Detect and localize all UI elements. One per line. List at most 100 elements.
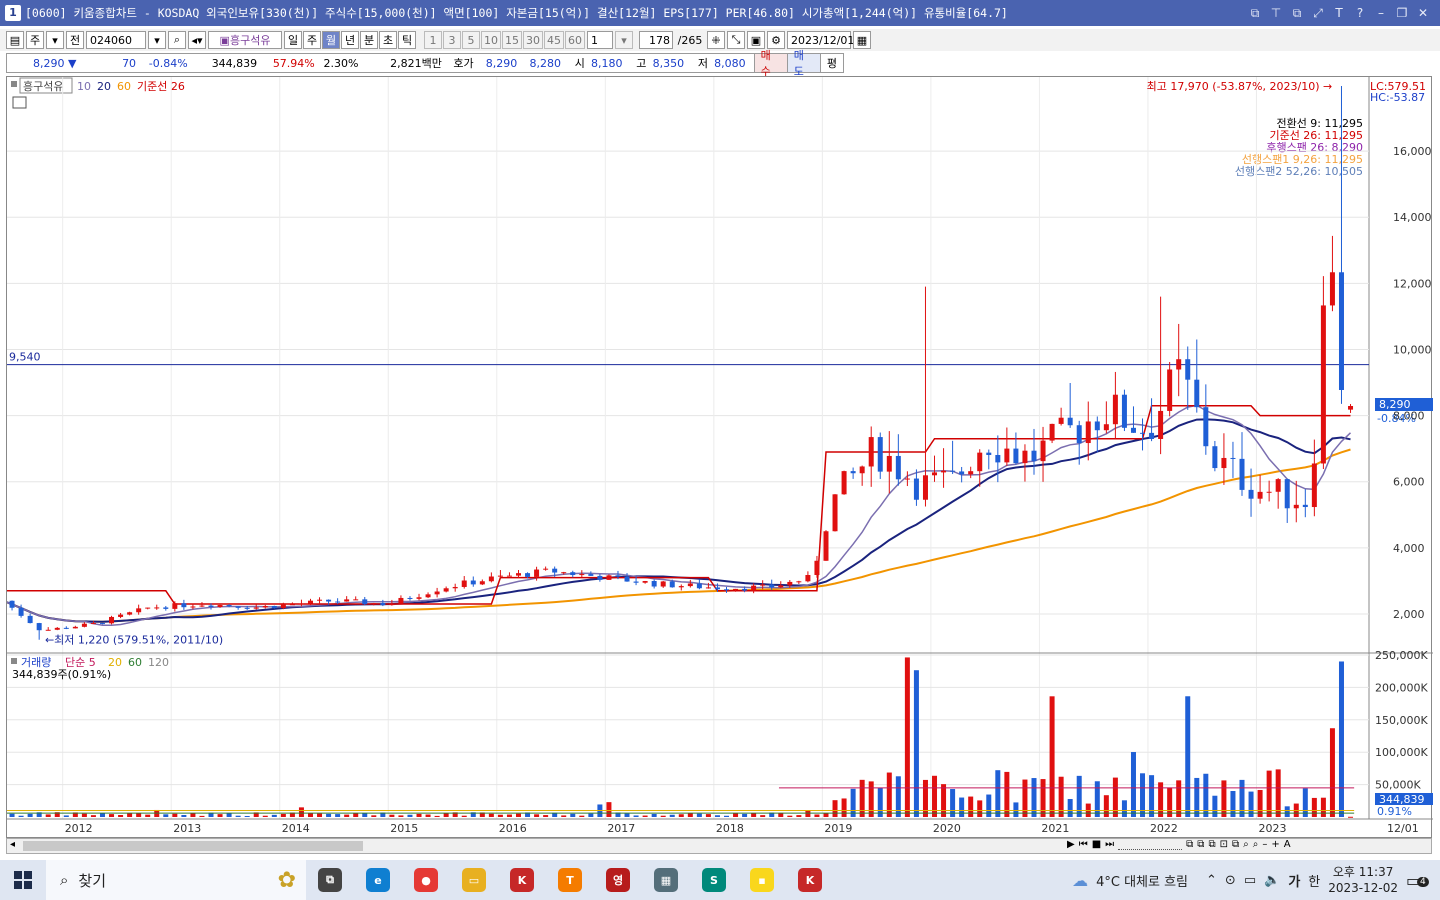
weather-text[interactable]: 4°C 대체로 흐림: [1096, 871, 1188, 890]
zoom-out-icon[interactable]: ⌕: [1253, 839, 1259, 850]
taskbar-app-kiwoom-active[interactable]: K: [786, 860, 834, 900]
tool-icon-2[interactable]: ⧉: [1197, 839, 1204, 850]
scroll-thumb[interactable]: [23, 841, 363, 851]
chart-scrollbar[interactable]: ◂ ▶ ⏮ ■ ⏭ ⧉ ⧉ ⧉ ⊡ ⧉ ⌕ ⌕ – + A: [6, 838, 1432, 854]
window-control-7-icon[interactable]: ❐: [1393, 6, 1411, 21]
play-icon[interactable]: ▶: [1067, 839, 1075, 850]
lang-indicator[interactable]: 한: [1308, 871, 1320, 890]
window-control-0-icon[interactable]: ⧉: [1246, 6, 1264, 21]
mode-select[interactable]: 주: [26, 31, 44, 49]
taskbar-app-kakao[interactable]: T: [546, 860, 594, 900]
app-number-icon[interactable]: 1: [5, 5, 21, 21]
vol-ma-60-label: 60: [128, 656, 142, 669]
interval-button-1[interactable]: 1: [424, 31, 442, 49]
period-tab-6[interactable]: 틱: [398, 31, 416, 49]
down-arrow-icon: ▼: [68, 56, 77, 70]
chevron-up-icon[interactable]: ⌃: [1206, 873, 1217, 888]
ime-indicator[interactable]: 가: [1288, 871, 1300, 890]
candle-body: [796, 581, 802, 583]
interval-button-5[interactable]: 5: [462, 31, 480, 49]
draw-tool-icon[interactable]: ⤡: [727, 31, 745, 49]
count-input[interactable]: 178: [639, 31, 673, 49]
code-dropdown-icon[interactable]: ▾: [148, 31, 166, 49]
window-control-3-icon[interactable]: ⤢: [1309, 6, 1327, 21]
price-volume-chart[interactable]: 흥구석유 10 20 60 기준선 26 LC:579.51 HC:-53.87…: [0, 77, 1433, 839]
taskbar-app-app-s[interactable]: S: [690, 860, 738, 900]
interval-button-30[interactable]: 30: [523, 31, 543, 49]
speaker-icon[interactable]: ◂▾: [188, 31, 206, 49]
tool-icon-4[interactable]: ⊡: [1220, 839, 1228, 850]
layout-icon[interactable]: ▤: [6, 31, 24, 49]
volume-bar: [362, 813, 368, 817]
taskbar-app-chrome[interactable]: ●: [402, 860, 450, 900]
interval-button-45[interactable]: 45: [544, 31, 564, 49]
tool-icon-3[interactable]: ⧉: [1208, 839, 1215, 850]
period-tab-2[interactable]: 월: [322, 31, 340, 49]
window-control-6-icon[interactable]: –: [1372, 6, 1390, 21]
table-toggle-icon[interactable]: [12, 96, 27, 109]
interval-dropdown-icon[interactable]: ▾: [615, 31, 633, 49]
start-button[interactable]: [0, 860, 46, 900]
eval-button[interactable]: 평: [819, 54, 843, 72]
forward-icon[interactable]: ⏭: [1105, 839, 1114, 850]
search-icon[interactable]: ⌕: [168, 31, 186, 49]
taskbar-app-task-view[interactable]: ⧉: [306, 860, 354, 900]
taskbar-app-file-explorer[interactable]: ▭: [450, 860, 498, 900]
prefix-button[interactable]: 전: [66, 31, 84, 49]
interval-button-10[interactable]: 10: [481, 31, 501, 49]
ma-10-label: 10: [77, 80, 91, 93]
period-tab-1[interactable]: 주: [303, 31, 321, 49]
taskbar-app-kiwoom-1[interactable]: K: [498, 860, 546, 900]
taskbar-app-sticky-notes[interactable]: ▪: [738, 860, 786, 900]
clock[interactable]: 오후 11:37 2023-12-02: [1328, 864, 1398, 896]
window-control-1-icon[interactable]: ⊤: [1267, 6, 1285, 21]
minus-icon[interactable]: –: [1262, 839, 1267, 850]
camera-icon[interactable]: ⊙: [1225, 873, 1236, 888]
mode-dropdown-icon[interactable]: ▾: [46, 31, 64, 49]
interval-button-15[interactable]: 15: [502, 31, 522, 49]
sell-button[interactable]: 매도: [786, 49, 820, 78]
volume-panel-marker-icon: [11, 658, 17, 664]
stock-code-input[interactable]: 024060: [86, 31, 146, 49]
interval-button-60[interactable]: 60: [565, 31, 585, 49]
stop-icon[interactable]: ■: [1092, 839, 1101, 850]
network-icon[interactable]: ▭: [1244, 873, 1256, 888]
tool-icon-5[interactable]: ⧉: [1232, 839, 1239, 850]
zoom-in-icon[interactable]: ⌕: [1243, 839, 1249, 850]
taskbar-app-kiwoom-2[interactable]: 영: [594, 860, 642, 900]
zoom-slider[interactable]: [1118, 839, 1183, 850]
period-tab-0[interactable]: 일: [284, 31, 302, 49]
calendar-icon[interactable]: ▦: [853, 31, 871, 49]
volume-icon[interactable]: 🔈: [1264, 873, 1280, 888]
period-tab-4[interactable]: 분: [360, 31, 378, 49]
volume-bar: [977, 800, 983, 817]
notification-icon[interactable]: ▭ 4: [1406, 871, 1430, 890]
period-tab-5[interactable]: 초: [379, 31, 397, 49]
plus-icon[interactable]: +: [1271, 839, 1279, 850]
window-control-4-icon[interactable]: Т: [1330, 6, 1348, 21]
window-control-2-icon[interactable]: ⧉: [1288, 6, 1306, 21]
candle-body: [859, 466, 865, 474]
tool-icon-1[interactable]: ⧉: [1186, 839, 1193, 850]
interval-button-3[interactable]: 3: [443, 31, 461, 49]
buy-button[interactable]: 매수: [753, 49, 787, 78]
price-hline-label: 9,540: [9, 351, 41, 364]
window-control-5-icon[interactable]: ?: [1351, 6, 1369, 21]
period-tab-3[interactable]: 년: [341, 31, 359, 49]
volume-bar: [687, 813, 693, 817]
text-size-icon[interactable]: A: [1284, 839, 1291, 850]
chart-area[interactable]: 흥구석유 10 20 60 기준선 26 LC:579.51 HC:-53.87…: [0, 76, 1433, 839]
volume-bar: [1194, 777, 1200, 817]
stock-name-field[interactable]: ▣ 흥구석유: [208, 31, 282, 49]
window-control-8-icon[interactable]: ✕: [1414, 6, 1432, 21]
taskbar-app-edge[interactable]: e: [354, 860, 402, 900]
crosshair-icon[interactable]: ⁜: [707, 31, 725, 49]
taskbar-app-calculator[interactable]: ▦: [642, 860, 690, 900]
taskbar-search[interactable]: ⌕ 찾기 ✿: [46, 860, 306, 900]
interval-input[interactable]: 1: [587, 31, 613, 49]
volume-bar: [434, 815, 440, 817]
scroll-left-icon[interactable]: ◂: [10, 839, 15, 850]
app-s-icon: S: [702, 868, 726, 892]
rewind-icon[interactable]: ⏮: [1079, 839, 1088, 850]
volume-bar: [588, 813, 594, 817]
